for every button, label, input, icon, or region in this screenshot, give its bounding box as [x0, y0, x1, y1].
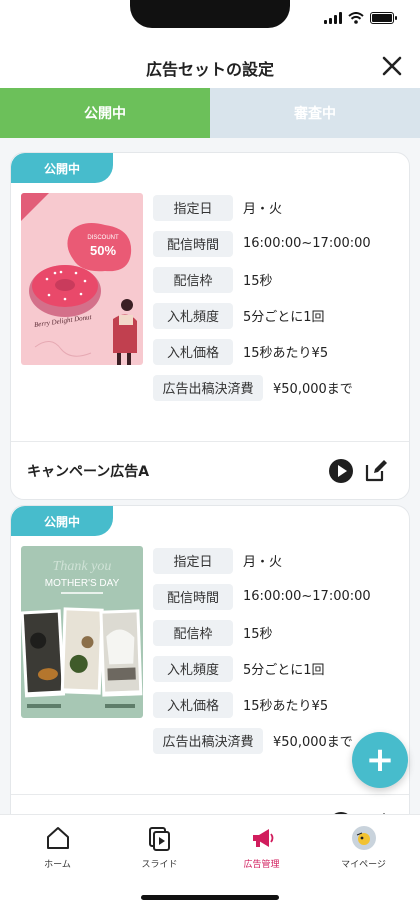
- mothers-day-title: MOTHER'S DAY: [45, 578, 120, 589]
- megaphone-icon: [252, 829, 273, 847]
- plus-icon: +: [365, 740, 395, 780]
- signal-icon: [324, 12, 342, 24]
- mothers-day-ad-image: Thank you MOTHER'S DAY: [21, 546, 143, 718]
- wifi-icon: [348, 12, 364, 24]
- notch: [130, 0, 290, 28]
- detail-label: 配信枠: [153, 266, 233, 293]
- header: 広告セットの設定: [0, 44, 420, 88]
- home-icon: [46, 827, 69, 849]
- detail-label: 配信枠: [153, 619, 233, 646]
- nav-label: スライド: [141, 860, 178, 870]
- script-text: Thank you: [53, 559, 112, 574]
- detail-label: 配信時間: [153, 230, 233, 257]
- card-footer: キャンペーン広告A: [11, 441, 409, 499]
- card-footer: [11, 794, 409, 814]
- fee-label: 広告出稿決済費: [153, 727, 263, 754]
- status-tabs: 公開中 審査中: [0, 88, 420, 138]
- edit-button[interactable]: [363, 458, 389, 484]
- detail-value: 16:00:00~17:00:00: [243, 589, 371, 604]
- fee-value: ¥50,000まで: [273, 382, 353, 397]
- ad-set-card: 公開中 DISCOUNT 50% Berry Delight Donut 指定日…: [10, 152, 410, 500]
- edit-icon: [365, 460, 387, 482]
- ad-thumbnail[interactable]: DISCOUNT 50% Berry Delight Donut: [21, 193, 143, 365]
- nav-item-home[interactable]: ホーム: [5, 825, 110, 879]
- promo-text: 50%: [90, 243, 116, 258]
- detail-label: 入札頻度: [153, 302, 233, 329]
- ad-set-list: 公開中 DISCOUNT 50% Berry Delight Donut 指定日…: [0, 138, 420, 814]
- close-button[interactable]: [378, 52, 406, 80]
- home-indicator: [141, 895, 279, 900]
- donut-ad-image: DISCOUNT 50% Berry Delight Donut: [21, 193, 143, 365]
- status-icons: [324, 12, 397, 24]
- detail-value: 16:00:00~17:00:00: [243, 236, 371, 251]
- campaign-name: キャンペーン広告A: [27, 464, 150, 480]
- detail-label: 指定日: [153, 547, 233, 574]
- play-icon[interactable]: [329, 459, 353, 483]
- nav-label: マイページ: [341, 860, 386, 870]
- nav-item-ad-management[interactable]: 広告管理: [209, 825, 314, 879]
- ad-details: 指定日 月・火 配信時間 16:00:00~17:00:00 配信枠 15秒 入札頻度…: [153, 546, 403, 762]
- fee-label: 広告出稿決済費: [153, 374, 263, 401]
- ad-details: 指定日 月・火 配信時間 16:00:00~17:00:00 配信枠 15秒 入札頻度…: [153, 193, 403, 409]
- ad-set-card: 公開中 Thank you MOTHER'S DAY 指定日 月・火 配信時間 …: [10, 505, 410, 814]
- status-bar: [0, 0, 420, 44]
- detail-label: 指定日: [153, 194, 233, 221]
- battery-icon: [370, 12, 397, 24]
- detail-label: 入札価格: [153, 338, 233, 365]
- nav-label: ホーム: [44, 860, 71, 870]
- tab-published[interactable]: 公開中: [0, 88, 210, 138]
- detail-value: 5分ごとに1回: [243, 663, 325, 678]
- slides-icon: [148, 827, 170, 851]
- nav-item-mypage[interactable]: マイページ: [311, 825, 416, 879]
- nav-label: 広告管理: [243, 860, 280, 870]
- detail-value: 15秒あたり¥5: [243, 699, 329, 714]
- close-icon: [382, 56, 402, 76]
- detail-value: 15秒あたり¥5: [243, 346, 329, 361]
- detail-value: 月・火: [243, 202, 283, 217]
- detail-value: 5分ごとに1回: [243, 310, 325, 325]
- avatar-icon: [351, 826, 376, 850]
- detail-value: 15秒: [243, 627, 273, 642]
- status-badge: 公開中: [11, 153, 113, 183]
- detail-label: 入札頻度: [153, 655, 233, 682]
- bottom-nav: ホーム スライド 広告管理 マイページ: [0, 814, 420, 908]
- svg-text:DISCOUNT: DISCOUNT: [87, 235, 119, 241]
- ad-thumbnail[interactable]: Thank you MOTHER'S DAY: [21, 546, 143, 718]
- detail-value: 15秒: [243, 274, 273, 289]
- status-badge: 公開中: [11, 506, 113, 536]
- detail-label: 入札価格: [153, 691, 233, 718]
- page-title: 広告セットの設定: [145, 60, 274, 79]
- detail-value: 月・火: [243, 555, 283, 570]
- fee-value: ¥50,000まで: [273, 735, 353, 750]
- tab-under-review[interactable]: 審査中: [210, 88, 420, 138]
- add-ad-set-button[interactable]: +: [352, 732, 408, 788]
- nav-item-slides[interactable]: スライド: [107, 825, 212, 879]
- detail-label: 配信時間: [153, 583, 233, 610]
